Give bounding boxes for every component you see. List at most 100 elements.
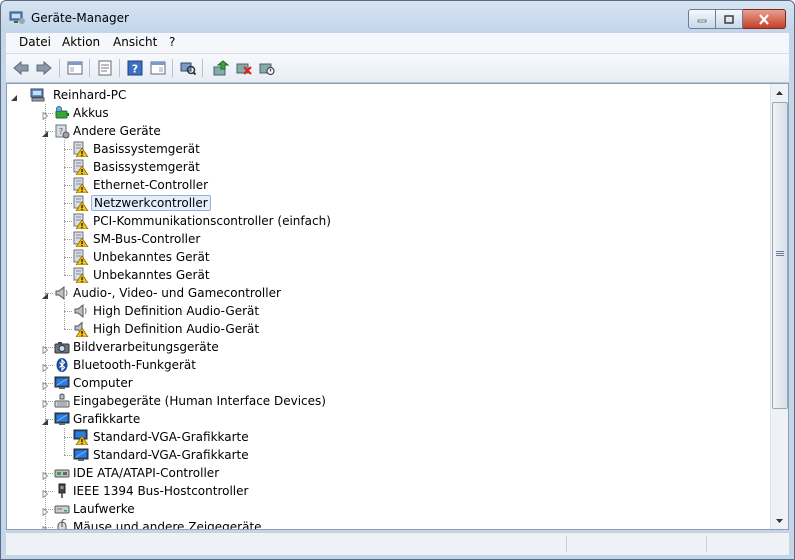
scroll-down-arrow-icon xyxy=(776,518,783,523)
monitor-warning-icon xyxy=(73,429,89,446)
scroll-up-button[interactable] xyxy=(771,84,788,101)
bluetooth-icon xyxy=(54,357,70,373)
expand-toggle-icon[interactable] xyxy=(41,109,49,121)
menu-ansicht[interactable]: Ansicht xyxy=(113,35,157,49)
tree-node-label: Unbekanntes Gerät xyxy=(93,268,210,282)
tree-guide-line xyxy=(64,185,72,186)
tree-node[interactable]: Audio-, Video- und Gamecontroller xyxy=(7,284,767,302)
forward-button[interactable] xyxy=(34,58,54,78)
tree-node[interactable]: High Definition Audio-Gerät xyxy=(7,320,767,338)
title-bar[interactable]: Geräte-Manager xyxy=(1,1,794,33)
status-cell xyxy=(566,536,567,552)
tree-node[interactable]: Bluetooth-Funkgerät xyxy=(7,356,767,374)
tree-node[interactable]: Standard-VGA-Grafikkarte xyxy=(7,446,767,464)
show-hide-console-tree-button[interactable] xyxy=(65,58,85,78)
console-tree-icon xyxy=(67,61,83,75)
monitor-icon xyxy=(73,447,89,463)
tree-node[interactable]: Grafikkarte xyxy=(7,410,767,428)
warning-device-icon xyxy=(73,141,89,158)
scroll-up-arrow-icon xyxy=(776,90,783,95)
warning-device-icon xyxy=(73,249,89,266)
tree-guide-line xyxy=(64,275,72,276)
tree-node[interactable]: High Definition Audio-Gerät xyxy=(7,302,767,320)
vertical-scrollbar[interactable] xyxy=(770,84,788,529)
tree-node[interactable]: Bildverarbeitungsgeräte xyxy=(7,338,767,356)
disable-button[interactable] xyxy=(257,58,277,78)
minimize-button[interactable] xyxy=(688,9,716,29)
collapse-toggle-icon[interactable] xyxy=(10,91,18,101)
action-pane-button[interactable] xyxy=(148,58,168,78)
tree-node[interactable]: Basissystemgerät xyxy=(7,158,767,176)
expand-toggle-icon[interactable] xyxy=(41,487,49,499)
tree-node[interactable]: IDE ATA/ATAPI-Controller xyxy=(7,464,767,482)
collapse-toggle-icon[interactable] xyxy=(41,127,49,137)
firewire-icon xyxy=(54,483,70,499)
tree-guide-line xyxy=(64,311,72,312)
menu-aktion[interactable]: Aktion xyxy=(62,35,100,49)
expand-toggle-icon[interactable] xyxy=(41,523,49,529)
collapse-toggle-icon[interactable] xyxy=(41,415,49,425)
tree-node[interactable]: PCI-Kommunikationscontroller (einfach) xyxy=(7,212,767,230)
toolbar-separator xyxy=(89,59,90,77)
toolbar: ? xyxy=(6,54,789,83)
tree-node-label: IEEE 1394 Bus-Hostcontroller xyxy=(73,484,249,498)
tree-node[interactable]: Eingabegeräte (Human Interface Devices) xyxy=(7,392,767,410)
scroll-thumb[interactable] xyxy=(772,102,788,409)
tree-guide-line xyxy=(64,221,72,222)
properties-button[interactable] xyxy=(95,58,115,78)
help-icon: ? xyxy=(127,60,143,76)
tree-node[interactable]: Mäuse und andere Zeigegeräte xyxy=(7,518,767,529)
tree-node-label: Basissystemgerät xyxy=(93,142,200,156)
update-driver-button[interactable] xyxy=(211,58,231,78)
tree-node-label: Ethernet-Controller xyxy=(93,178,209,192)
tree-node[interactable]: ? Andere Geräte xyxy=(7,122,767,140)
expand-toggle-icon[interactable] xyxy=(41,379,49,391)
tree-node-label: Akkus xyxy=(73,106,109,120)
status-cell xyxy=(706,536,707,552)
close-button[interactable] xyxy=(743,9,786,29)
tree-node[interactable]: Laufwerke xyxy=(7,500,767,518)
uninstall-button[interactable] xyxy=(234,58,254,78)
properties-icon xyxy=(98,60,112,76)
tree-node[interactable]: Akkus xyxy=(7,104,767,122)
update-driver-icon xyxy=(213,60,229,76)
collapse-toggle-icon[interactable] xyxy=(41,289,49,299)
device-tree[interactable]: Reinhard-PC Akkus? Andere Geräte Basissyste… xyxy=(7,84,772,529)
scroll-down-button[interactable] xyxy=(771,512,788,529)
tree-guide-line xyxy=(64,239,72,240)
expand-toggle-icon[interactable] xyxy=(41,469,49,481)
expand-toggle-icon[interactable] xyxy=(41,343,49,355)
menu-help[interactable]: ? xyxy=(169,35,175,49)
tree-node-label: Bluetooth-Funkgerät xyxy=(73,358,196,372)
expand-toggle-icon[interactable] xyxy=(41,397,49,409)
tree-node-label: High Definition Audio-Gerät xyxy=(93,304,260,318)
tree-node[interactable]: Reinhard-PC xyxy=(7,86,767,104)
status-bar xyxy=(6,532,789,555)
expand-toggle-icon[interactable] xyxy=(41,505,49,517)
tree-node[interactable]: Standard-VGA-Grafikkarte xyxy=(7,428,767,446)
scan-hardware-button[interactable] xyxy=(178,58,198,78)
hid-icon xyxy=(54,393,70,409)
tree-guide-line xyxy=(64,329,72,330)
monitor-icon xyxy=(54,411,70,427)
back-button[interactable] xyxy=(11,58,31,78)
device-tree-pane: Reinhard-PC Akkus? Andere Geräte Basissyste… xyxy=(6,83,789,530)
menu-datei[interactable]: Datei xyxy=(19,35,51,49)
close-icon xyxy=(759,13,769,25)
other-devices-icon: ? xyxy=(54,123,70,139)
tree-node-label: Andere Geräte xyxy=(73,124,161,138)
expand-toggle-icon[interactable] xyxy=(41,361,49,373)
tree-node-label: Standard-VGA-Grafikkarte xyxy=(93,430,249,444)
tree-node-label: Bildverarbeitungsgeräte xyxy=(73,340,219,354)
mouse-icon xyxy=(54,518,70,529)
help-button[interactable]: ? xyxy=(125,58,145,78)
tree-node[interactable]: Ethernet-Controller xyxy=(7,176,767,194)
tree-node[interactable]: Unbekanntes Gerät xyxy=(7,248,767,266)
tree-node[interactable]: Unbekanntes Gerät xyxy=(7,266,767,284)
tree-node[interactable]: Computer xyxy=(7,374,767,392)
tree-node[interactable]: Netzwerkcontroller xyxy=(7,194,767,212)
tree-node[interactable]: SM-Bus-Controller xyxy=(7,230,767,248)
tree-node[interactable]: IEEE 1394 Bus-Hostcontroller xyxy=(7,482,767,500)
maximize-button[interactable] xyxy=(716,9,743,29)
tree-node[interactable]: Basissystemgerät xyxy=(7,140,767,158)
